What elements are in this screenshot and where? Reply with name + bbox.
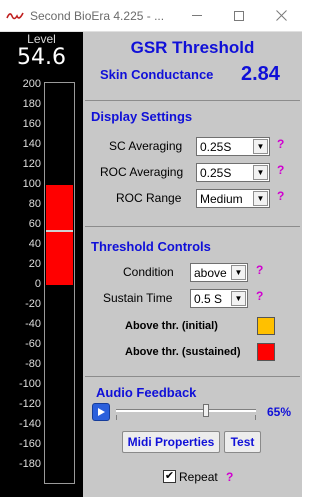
skin-conductance-label: Skin Conductance xyxy=(100,67,214,82)
midi-properties-button[interactable]: Midi Properties xyxy=(122,431,220,453)
close-icon xyxy=(275,10,287,21)
slider-tick xyxy=(255,415,256,420)
meter-tick-label: 40 xyxy=(28,238,41,250)
sustain-time-value: 0.5 S xyxy=(194,292,223,306)
meter-tick-label: 0 xyxy=(34,278,41,290)
condition-select[interactable]: above ▼ xyxy=(190,263,248,282)
level-meter: Level 54.6 200 180 160 140 120 100 80 60 40 20 0 -2… xyxy=(0,32,83,497)
title-bar: Second BioEra 4.225 - ... xyxy=(0,0,302,32)
threshold-controls-section: Threshold Controls Condition above ▼ ? S… xyxy=(85,226,300,376)
roc-range-label: ROC Range xyxy=(116,191,182,205)
meter-tick-label: -160 xyxy=(18,438,41,450)
slider-track xyxy=(116,409,256,412)
meter-tick-label: -120 xyxy=(18,398,41,410)
display-settings-heading: Display Settings xyxy=(91,109,193,124)
meter-tick-label: -20 xyxy=(25,298,41,310)
meter-tick-label: -180 xyxy=(18,458,41,470)
chevron-down-icon: ▼ xyxy=(253,165,268,180)
maximize-button[interactable] xyxy=(218,0,260,31)
window-title: Second BioEra 4.225 - ... xyxy=(30,9,165,23)
minimize-button[interactable] xyxy=(176,0,218,31)
threshold-controls-heading: Threshold Controls xyxy=(91,239,211,254)
minimize-icon xyxy=(192,15,202,16)
sc-averaging-label: SC Averaging xyxy=(109,139,183,153)
sc-averaging-select[interactable]: 0.25S ▼ xyxy=(196,137,270,156)
close-button[interactable] xyxy=(260,0,302,31)
meter-fill xyxy=(46,185,73,285)
condition-label: Condition xyxy=(123,265,174,279)
help-icon[interactable]: ? xyxy=(256,289,263,303)
slider-thumb[interactable] xyxy=(203,404,210,417)
chevron-down-icon: ▼ xyxy=(253,191,268,206)
level-value: 54.6 xyxy=(17,45,66,70)
maximize-icon xyxy=(234,10,244,21)
sc-averaging-value: 0.25S xyxy=(200,140,232,154)
level-label: Level xyxy=(27,32,56,46)
meter-tick-label: -80 xyxy=(25,358,41,370)
roc-averaging-label: ROC Averaging xyxy=(100,165,184,179)
meter-tick-label: 120 xyxy=(22,158,41,170)
help-icon[interactable]: ? xyxy=(277,137,284,151)
meter-tick-label: -40 xyxy=(25,318,41,330)
volume-slider[interactable] xyxy=(116,404,256,420)
meter-tick-label: 180 xyxy=(22,98,41,110)
above-sustained-label: Above thr. (sustained) xyxy=(125,346,241,358)
sustain-time-label: Sustain Time xyxy=(103,291,173,305)
meter-tick-label: -100 xyxy=(18,378,41,390)
play-icon xyxy=(98,408,105,416)
display-settings-section: Display Settings SC Averaging 0.25S ▼ ? … xyxy=(85,100,300,226)
chevron-down-icon: ▼ xyxy=(231,291,246,306)
roc-range-value: Medium xyxy=(200,192,243,206)
waveform-icon xyxy=(6,12,24,20)
audio-feedback-section: Audio Feedback 65% Midi Properties Test … xyxy=(85,376,300,497)
test-button[interactable]: Test xyxy=(224,431,261,453)
slider-tick xyxy=(116,415,117,420)
chevron-down-icon: ▼ xyxy=(231,265,246,280)
help-icon[interactable]: ? xyxy=(277,163,284,177)
above-initial-label: Above thr. (initial) xyxy=(125,320,218,332)
condition-value: above xyxy=(194,266,227,280)
repeat-label: Repeat xyxy=(179,470,218,484)
chevron-down-icon: ▼ xyxy=(253,139,268,154)
repeat-checkbox[interactable]: ✔ xyxy=(163,470,176,483)
meter-tick-label: 20 xyxy=(28,258,41,270)
roc-range-select[interactable]: Medium ▼ xyxy=(196,189,270,208)
meter-tick-label: 160 xyxy=(22,118,41,130)
panel-title: GSR Threshold xyxy=(130,38,255,57)
roc-averaging-value: 0.25S xyxy=(200,166,232,180)
audio-feedback-heading: Audio Feedback xyxy=(96,385,197,400)
volume-percent: 65% xyxy=(267,405,292,419)
meter-tick-label: -140 xyxy=(18,418,41,430)
help-icon[interactable]: ? xyxy=(256,263,263,277)
above-initial-color-swatch[interactable] xyxy=(257,317,275,335)
meter-tick-label: 200 xyxy=(22,78,41,90)
skin-conductance-value: 2.84 xyxy=(241,63,280,85)
control-panel: GSR Threshold Skin Conductance 2.84 Disp… xyxy=(83,32,302,497)
help-icon[interactable]: ? xyxy=(226,470,233,484)
meter-level-marker xyxy=(46,230,73,233)
meter-bar xyxy=(44,82,75,484)
above-sustained-color-swatch[interactable] xyxy=(257,343,275,361)
play-button[interactable] xyxy=(92,403,110,421)
roc-averaging-select[interactable]: 0.25S ▼ xyxy=(196,163,270,182)
help-icon[interactable]: ? xyxy=(277,189,284,203)
meter-tick-label: 100 xyxy=(22,178,41,190)
meter-tick-label: 140 xyxy=(22,138,41,150)
meter-tick-label: 60 xyxy=(28,218,41,230)
meter-tick-label: 80 xyxy=(28,198,41,210)
meter-tick-label: -60 xyxy=(25,338,41,350)
sustain-time-select[interactable]: 0.5 S ▼ xyxy=(190,289,248,308)
